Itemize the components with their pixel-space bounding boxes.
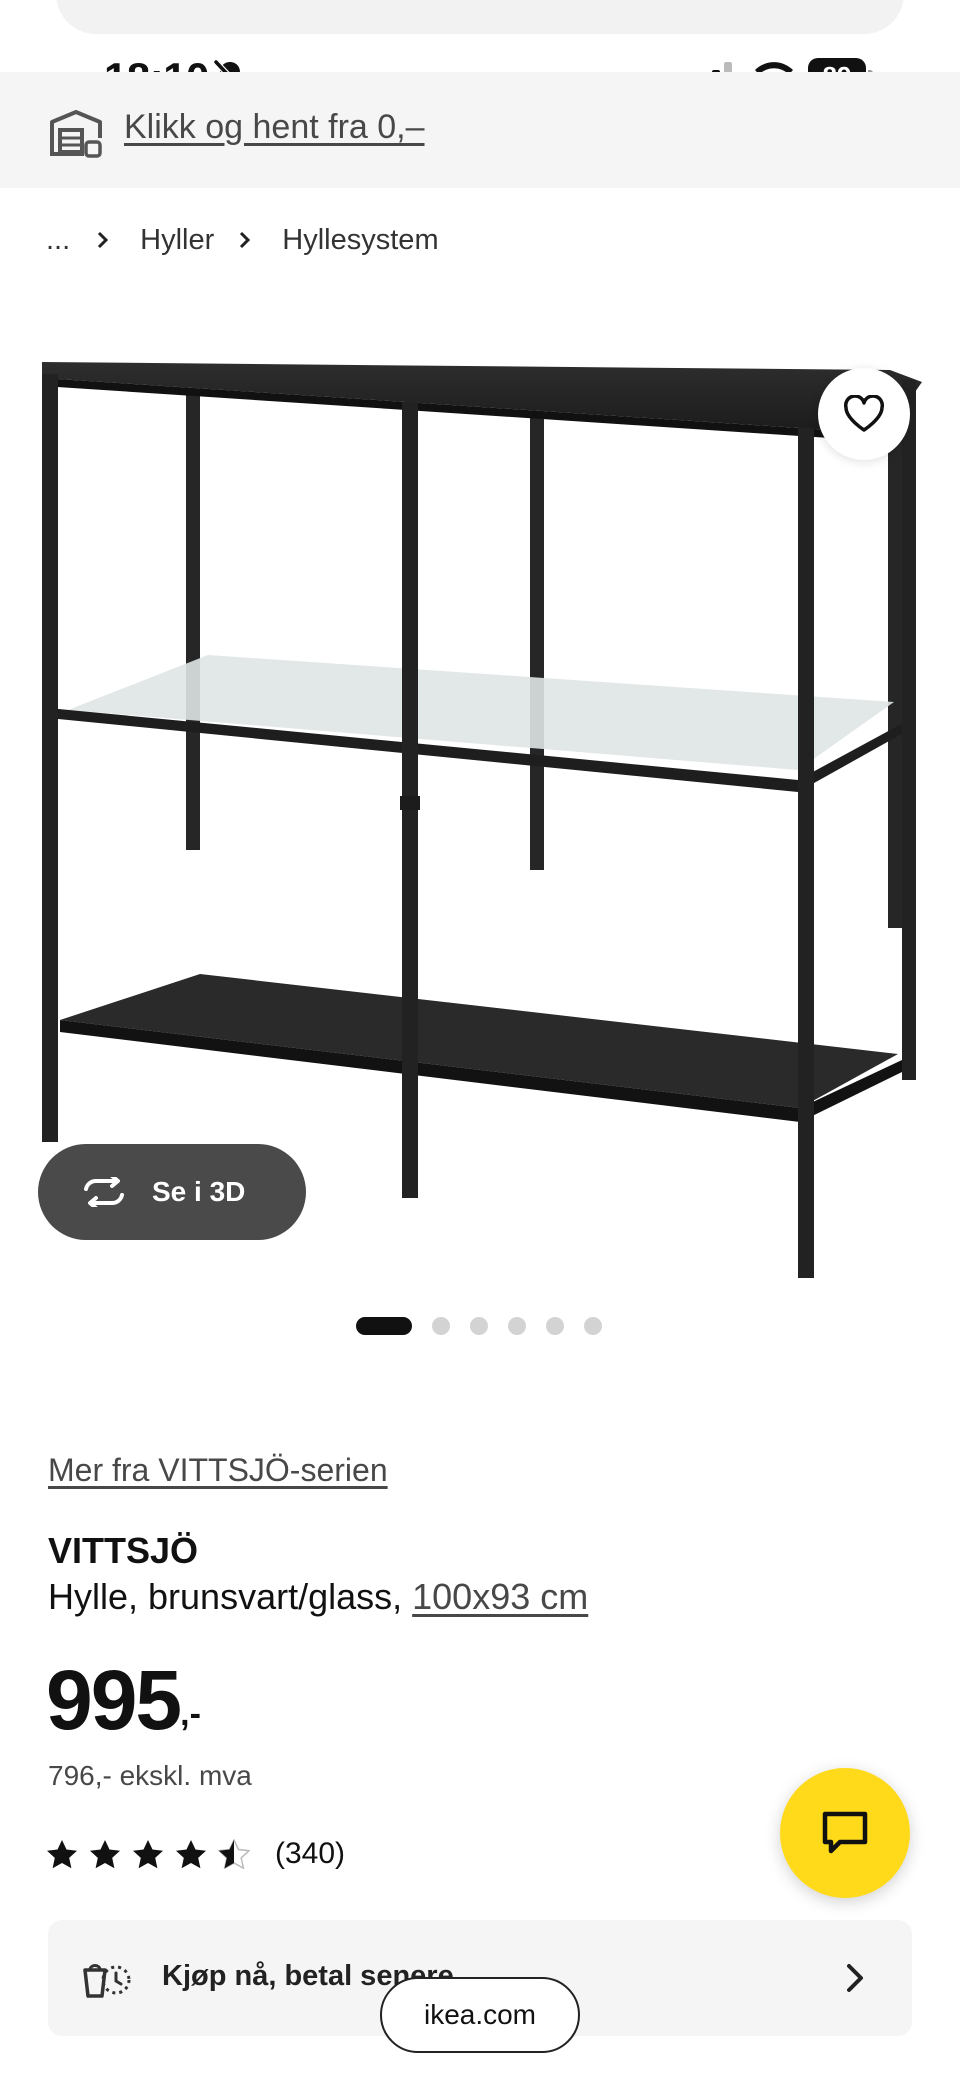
product-name: VITTSJÖ [48, 1530, 199, 1571]
top-sheet [56, 0, 904, 34]
breadcrumb-ellipsis[interactable]: ... [46, 224, 70, 257]
product-rating[interactable]: (340) [46, 1836, 345, 1872]
star-half-icon [218, 1839, 250, 1869]
product-price: 995 ,- [46, 1655, 201, 1745]
series-link[interactable]: Mer fra VITTSJÖ-serien [48, 1452, 388, 1489]
product-size-link[interactable]: 100x93 cm [412, 1576, 588, 1617]
image-carousel-dots [356, 1316, 622, 1336]
click-and-collect-link[interactable]: Klikk og hent fra 0,– [124, 108, 425, 147]
price-suffix: ,- [180, 1695, 201, 1733]
rotate-3d-icon [84, 1177, 124, 1207]
star-full-icon [47, 1840, 77, 1869]
promo-bar: Klikk og hent fra 0,– [0, 72, 960, 188]
shopping-bag-clock-icon [83, 1964, 131, 1998]
product-type-text: Hylle, brunsvart/glass, [48, 1576, 413, 1617]
chevron-right-icon [98, 231, 109, 249]
see-in-3d-button[interactable]: Se i 3D [38, 1144, 306, 1240]
breadcrumb: ... Hyller Hyllesystem [46, 220, 455, 260]
chat-button[interactable] [780, 1768, 910, 1898]
price-ex-vat: 796,- ekskl. mva [48, 1760, 252, 1791]
chevron-right-icon [847, 1964, 863, 1992]
carousel-dot[interactable] [356, 1317, 412, 1335]
star-full-icon [176, 1840, 206, 1869]
breadcrumb-item-hyller[interactable]: Hyller [140, 224, 214, 257]
carousel-dot[interactable] [546, 1317, 564, 1335]
carousel-dot[interactable] [584, 1317, 602, 1335]
store-pickup-icon [50, 110, 102, 158]
see-in-3d-label: Se i 3D [152, 1176, 246, 1207]
chevron-right-icon [240, 231, 251, 249]
chat-bubble-icon [822, 1811, 868, 1854]
browser-url-bar[interactable]: ikea.com [380, 1977, 580, 2053]
carousel-dot[interactable] [508, 1317, 526, 1335]
product-description: Hylle, brunsvart/glass, 100x93 cm [48, 1576, 588, 1618]
product-image-shelf[interactable] [30, 320, 930, 1280]
heart-icon [843, 395, 885, 432]
review-count: (340) [275, 1837, 346, 1870]
star-full-icon [90, 1840, 120, 1869]
carousel-dot[interactable] [432, 1317, 450, 1335]
favorite-button[interactable] [818, 368, 910, 460]
carousel-dot[interactable] [470, 1317, 488, 1335]
star-full-icon [133, 1840, 163, 1869]
price-amount: 995 [46, 1653, 182, 1747]
breadcrumb-item-hyllesystem[interactable]: Hyllesystem [282, 224, 438, 257]
